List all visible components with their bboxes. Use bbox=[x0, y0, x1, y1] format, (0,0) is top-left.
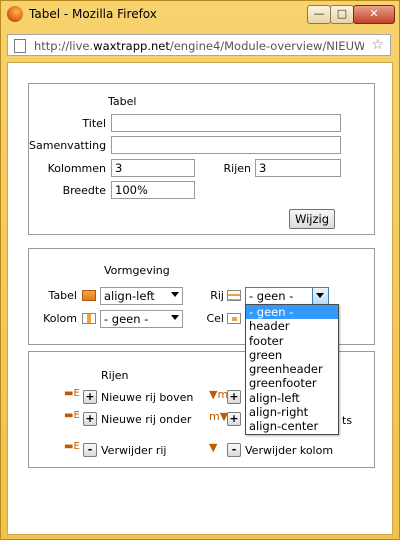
insert-column-right-icon: m▼ bbox=[209, 410, 229, 423]
rij-style-dropdown[interactable]: - geen - header footer green greenheader… bbox=[245, 304, 339, 435]
column-icon bbox=[82, 313, 96, 324]
dropdown-arrow-icon[interactable] bbox=[312, 288, 328, 304]
delete-column-icon: ▼ bbox=[209, 441, 218, 454]
maximize-button[interactable]: □ bbox=[330, 5, 354, 24]
cel-style-label: Cel bbox=[206, 312, 224, 325]
kolom-style-label: Kolom bbox=[43, 312, 77, 325]
window-title: Tabel - Mozilla Firefox bbox=[29, 7, 157, 21]
add-column-left-button[interactable]: + bbox=[227, 390, 241, 404]
tabel-fieldset: Tabel Titel Samenvatting Kolommen Rijen … bbox=[28, 83, 375, 235]
add-column-right-label-partial: ts bbox=[342, 414, 353, 427]
add-row-below-label: Nieuwe rij onder bbox=[101, 413, 192, 426]
delete-column-button[interactable]: - bbox=[227, 443, 241, 457]
firefox-icon bbox=[7, 6, 23, 22]
dropdown-option[interactable]: footer bbox=[246, 334, 338, 348]
cell-icon bbox=[227, 313, 241, 324]
kolommen-input[interactable] bbox=[111, 159, 195, 177]
delete-row-label: Verwijder rij bbox=[101, 444, 167, 457]
dropdown-option[interactable]: greenfooter bbox=[246, 376, 338, 390]
address-url[interactable]: http://live.waxtrapp.net/engine4/Module-… bbox=[34, 39, 364, 53]
close-button[interactable]: ✕ bbox=[353, 5, 395, 24]
titel-label: Titel bbox=[82, 117, 106, 130]
insert-row-below-icon: ▬E bbox=[64, 410, 80, 421]
url-path: /engine4/Module-overview/NIEUW-Toegev bbox=[169, 39, 364, 53]
address-bar[interactable]: http://live.waxtrapp.net/engine4/Module-… bbox=[7, 34, 391, 56]
rijen-input[interactable] bbox=[255, 159, 341, 177]
add-row-below-button[interactable]: + bbox=[83, 412, 97, 426]
tabel-legend: Tabel bbox=[108, 95, 137, 108]
chevron-down-icon bbox=[171, 315, 179, 320]
dropdown-option[interactable]: align-center bbox=[246, 419, 338, 433]
url-domain: waxtrapp.net bbox=[93, 39, 170, 53]
breedte-label: Breedte bbox=[62, 184, 106, 197]
delete-column-label: Verwijder kolom bbox=[245, 444, 334, 457]
browser-window: Tabel - Mozilla Firefox — □ ✕ http://liv… bbox=[0, 0, 400, 540]
titel-input[interactable] bbox=[111, 114, 341, 132]
dialog-content: Tabel Titel Samenvatting Kolommen Rijen … bbox=[7, 62, 393, 535]
minimize-button[interactable]: — bbox=[307, 5, 331, 24]
dropdown-option[interactable]: align-right bbox=[246, 405, 338, 419]
rijen-legend: Rijen bbox=[101, 369, 129, 382]
page-icon bbox=[14, 39, 26, 53]
dropdown-option[interactable]: header bbox=[246, 319, 338, 333]
breedte-input[interactable] bbox=[111, 181, 195, 199]
insert-row-above-icon: ▬E bbox=[64, 388, 80, 399]
dropdown-option[interactable]: greenheader bbox=[246, 362, 338, 376]
add-row-above-button[interactable]: + bbox=[83, 390, 97, 404]
kolom-style-select[interactable]: - geen - bbox=[100, 310, 183, 328]
add-column-right-button[interactable]: + bbox=[227, 412, 241, 426]
wijzig-button[interactable]: Wijzig bbox=[289, 209, 335, 229]
vormgeving-legend: Vormgeving bbox=[104, 264, 170, 277]
bookmark-star-icon[interactable]: ☆ bbox=[371, 37, 384, 53]
rijen-label: Rijen bbox=[223, 162, 252, 175]
rij-style-select[interactable]: - geen - bbox=[245, 287, 329, 305]
samenvatting-label: Samenvatting bbox=[29, 139, 107, 152]
add-row-above-label: Nieuwe rij boven bbox=[101, 391, 194, 404]
tabel-style-label: Tabel bbox=[48, 289, 77, 302]
kolommen-label: Kolommen bbox=[47, 162, 106, 175]
row-icon bbox=[227, 290, 241, 301]
dropdown-option[interactable]: align-left bbox=[246, 391, 338, 405]
chevron-down-icon bbox=[171, 292, 179, 297]
table-icon bbox=[82, 290, 96, 301]
tabel-style-select[interactable]: align-left bbox=[100, 287, 183, 305]
tabel-style-value: align-left bbox=[104, 289, 155, 303]
rij-style-value: - geen - bbox=[249, 289, 294, 303]
delete-row-icon: ▬E bbox=[64, 441, 80, 452]
dropdown-option[interactable]: green bbox=[246, 348, 338, 362]
samenvatting-input[interactable] bbox=[111, 136, 341, 154]
kolom-style-value: - geen - bbox=[104, 312, 149, 326]
url-prefix: http://live. bbox=[34, 39, 94, 53]
rij-style-label: Rij bbox=[210, 289, 224, 302]
dropdown-option[interactable]: - geen - bbox=[246, 305, 338, 320]
delete-row-button[interactable]: - bbox=[83, 443, 97, 457]
title-bar: Tabel - Mozilla Firefox — □ ✕ bbox=[1, 1, 399, 27]
insert-column-left-icon: ▼m bbox=[209, 388, 229, 401]
